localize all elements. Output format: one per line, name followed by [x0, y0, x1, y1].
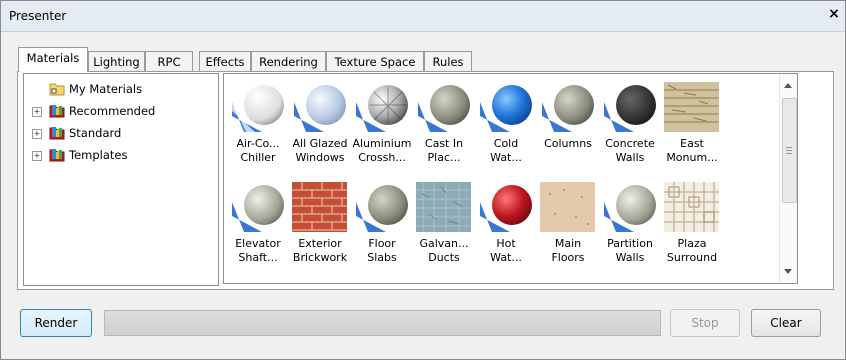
material-label: Galvan... Ducts	[419, 237, 469, 264]
material-label: Columns	[544, 137, 592, 150]
tab-materials[interactable]: Materials	[18, 47, 88, 72]
tab-rpc[interactable]: RPC	[145, 51, 193, 71]
tree-label: Templates	[69, 148, 128, 162]
expand-icon[interactable]: +	[32, 129, 42, 139]
material-all-glazed-windows[interactable]: All Glazed Windows	[289, 77, 351, 177]
material-air-conditioner[interactable]: Air-Co... Chiller	[227, 77, 289, 177]
material-galvanized-ducts[interactable]: Galvan... Ducts	[413, 177, 475, 277]
sphere-light-icon	[232, 185, 284, 232]
beige-texture-icon	[540, 182, 595, 232]
galvanized-texture-icon	[416, 182, 471, 232]
sphere-dark-icon	[604, 85, 656, 132]
close-icon[interactable]: ×	[826, 6, 842, 22]
tree-label: Standard	[69, 126, 122, 140]
sphere-blue-icon	[480, 85, 532, 132]
tree-item-my-materials[interactable]: My Materials	[32, 81, 212, 99]
tree-item-standard[interactable]: + Standard	[32, 125, 212, 143]
material-label: East Monum...	[666, 137, 718, 164]
material-concrete-walls[interactable]: Concrete Walls	[599, 77, 661, 177]
tab-lighting[interactable]: Lighting	[88, 51, 145, 71]
folder-icon	[49, 83, 65, 96]
material-label: Concrete Walls	[605, 137, 655, 164]
clear-button[interactable]: Clear	[751, 309, 821, 337]
tree-label: My Materials	[69, 82, 143, 96]
brick-texture-icon	[292, 182, 347, 232]
material-label: Hot Wat...	[490, 237, 522, 264]
material-label: Air-Co... Chiller	[236, 137, 280, 164]
title-bar: Presenter ×	[1, 1, 845, 32]
material-floor-slabs[interactable]: Floor Slabs	[351, 177, 413, 277]
library-icon	[49, 127, 65, 140]
sphere-gray-icon	[356, 185, 408, 232]
material-grid[interactable]: Air-Co... Chiller All Glazed Windows Alu…	[223, 73, 798, 284]
material-label: Main Floors	[551, 237, 585, 264]
material-cold-water[interactable]: Cold Wat...	[475, 77, 537, 177]
library-icon	[49, 105, 65, 118]
material-label: Plaza Surround	[666, 237, 718, 264]
material-label: Elevator Shaft...	[235, 237, 281, 264]
library-icon	[49, 149, 65, 162]
material-exterior-brickwork[interactable]: Exterior Brickwork	[289, 177, 351, 277]
material-library-tree[interactable]: My Materials + Recommended + Standard + …	[23, 73, 219, 286]
expand-icon[interactable]: +	[32, 151, 42, 161]
material-elevator-shaft[interactable]: Elevator Shaft...	[227, 177, 289, 277]
material-label: All Glazed Windows	[292, 137, 348, 164]
tab-texture-space[interactable]: Texture Space	[326, 51, 424, 71]
bottom-controls: Render Stop Clear	[1, 293, 845, 359]
render-button[interactable]: Render	[20, 309, 92, 337]
material-partition-walls[interactable]: Partition Walls	[599, 177, 661, 277]
window-title: Presenter	[9, 9, 67, 23]
tab-effects[interactable]: Effects	[199, 51, 251, 71]
sphere-gray-icon	[418, 85, 470, 132]
sphere-glass-icon	[294, 85, 346, 132]
material-aluminium-crosshatch[interactable]: Aluminium Crossh...	[351, 77, 413, 177]
tree-item-templates[interactable]: + Templates	[32, 147, 212, 165]
material-main-floors[interactable]: Main Floors	[537, 177, 599, 277]
presenter-window: Presenter × Materials Lighting RPC Effec…	[0, 0, 846, 360]
material-grid-scrollbar[interactable]	[779, 74, 797, 283]
material-columns[interactable]: Columns	[537, 77, 599, 177]
scroll-down-icon[interactable]	[784, 269, 792, 274]
sphere-gray-icon	[542, 85, 594, 132]
material-hot-water[interactable]: Hot Wat...	[475, 177, 537, 277]
material-label: Partition Walls	[607, 237, 653, 264]
material-label: Cast In Plac...	[424, 137, 464, 164]
scrollbar-thumb[interactable]	[782, 98, 797, 203]
material-cast-in-place[interactable]: Cast In Plac...	[413, 77, 475, 177]
tab-rules[interactable]: Rules	[424, 51, 472, 71]
tree-label: Recommended	[69, 104, 156, 118]
expand-icon[interactable]: +	[32, 107, 42, 117]
stop-button[interactable]: Stop	[670, 309, 740, 337]
tile-texture-icon	[664, 182, 719, 232]
material-label: Cold Wat...	[490, 137, 522, 164]
tree-item-recommended[interactable]: + Recommended	[32, 103, 212, 121]
sphere-chrome-icon	[356, 85, 408, 132]
sphere-light-icon	[604, 185, 656, 232]
sphere-white-icon	[232, 85, 284, 132]
material-plaza-surround[interactable]: Plaza Surround	[661, 177, 723, 277]
material-east-monument[interactable]: East Monum...	[661, 77, 723, 177]
sphere-red-icon	[480, 185, 532, 232]
material-label: Aluminium Crossh...	[352, 137, 412, 164]
render-progress-bar	[104, 310, 661, 336]
material-label: Exterior Brickwork	[292, 237, 348, 264]
stone-texture-icon	[664, 82, 719, 132]
material-label: Floor Slabs	[367, 237, 397, 264]
scroll-up-icon[interactable]	[784, 83, 792, 88]
tab-rendering[interactable]: Rendering	[251, 51, 326, 71]
